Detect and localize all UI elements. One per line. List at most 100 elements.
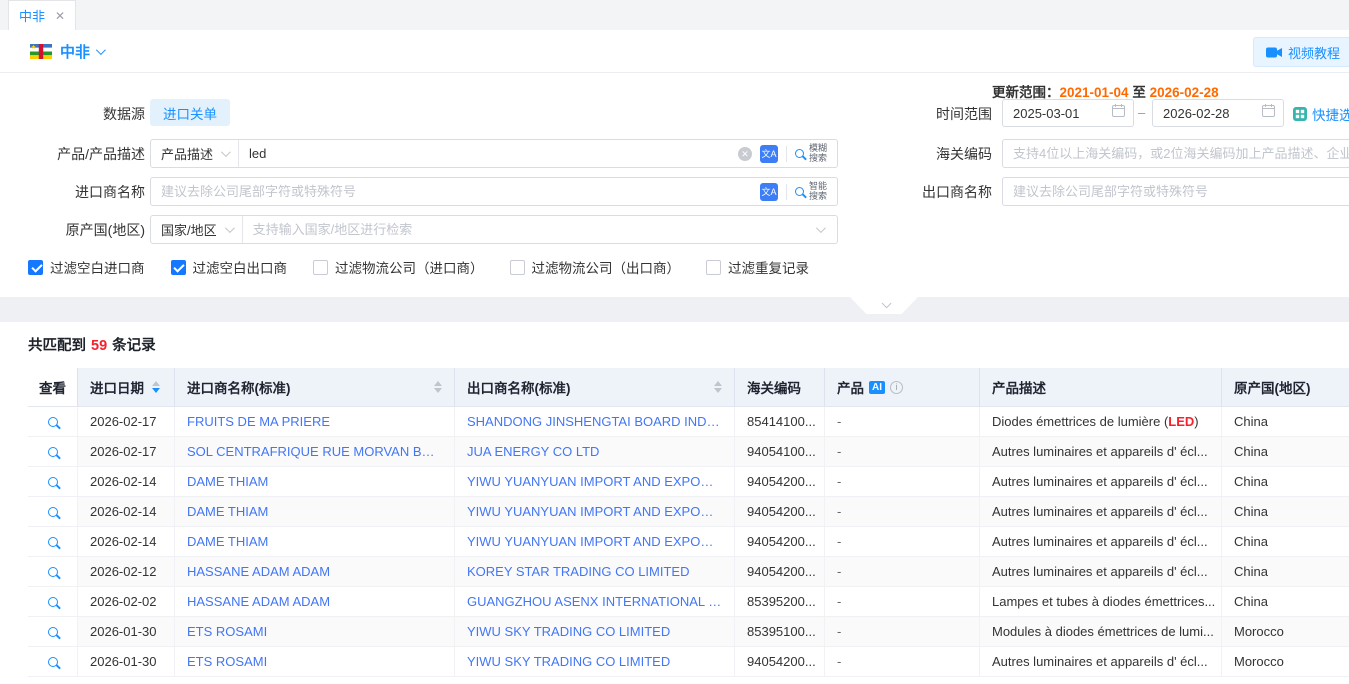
- origin-type-select[interactable]: 国家/地区: [151, 216, 243, 243]
- importer-link[interactable]: DAME THIAM: [187, 534, 268, 549]
- exporter-link[interactable]: YIWU YUANYUAN IMPORT AND EXPORT C...: [467, 504, 722, 519]
- importer-link[interactable]: HASSANE ADAM ADAM: [187, 564, 330, 579]
- import-date-cell: 2026-02-17: [78, 437, 175, 466]
- importer-link[interactable]: ETS ROSAMI: [187, 624, 267, 639]
- importer-name-input[interactable]: [151, 184, 760, 199]
- importer-cell: FRUITS DE MA PRIERE: [175, 407, 455, 436]
- import-date-cell: 2026-02-14: [78, 497, 175, 526]
- importer-link[interactable]: HASSANE ADAM ADAM: [187, 594, 330, 609]
- tab-title: 中非: [19, 6, 45, 25]
- view-detail-icon[interactable]: [48, 507, 58, 517]
- country-selector-label[interactable]: 中非: [60, 41, 90, 62]
- exporter-link[interactable]: JUA ENERGY CO LTD: [467, 444, 599, 459]
- col-import-date[interactable]: 进口日期: [78, 368, 175, 406]
- chevron-down-icon: [221, 147, 231, 157]
- clear-input-icon[interactable]: ✕: [738, 147, 752, 161]
- filter-checkbox[interactable]: 过滤重复记录: [706, 257, 809, 277]
- importer-cell: DAME THIAM: [175, 527, 455, 556]
- description-cell: Autres luminaires et appareils d' écl...: [980, 467, 1222, 496]
- exporter-link[interactable]: YIWU SKY TRADING CO LIMITED: [467, 624, 670, 639]
- datasource-import-declaration-button[interactable]: 进口关单: [150, 99, 230, 126]
- view-detail-icon[interactable]: [48, 447, 58, 457]
- view-detail-icon[interactable]: [48, 567, 58, 577]
- filter-checkbox-label: 过滤物流公司（出口商）: [532, 257, 681, 277]
- exporter-link[interactable]: KOREY STAR TRADING CO LIMITED: [467, 564, 689, 579]
- filter-checkbox[interactable]: 过滤空白进口商: [28, 257, 145, 277]
- keyword-highlight: LED: [1168, 414, 1194, 429]
- exporter-cell: YIWU SKY TRADING CO LIMITED: [455, 647, 735, 676]
- checkbox-unchecked-icon[interactable]: [706, 260, 721, 275]
- exporter-link[interactable]: YIWU YUANYUAN IMPORT AND EXPORT C...: [467, 534, 722, 549]
- date-to-input[interactable]: [1153, 106, 1262, 121]
- importer-link[interactable]: FRUITS DE MA PRIERE: [187, 414, 330, 429]
- origin-cell: China: [1222, 527, 1349, 556]
- sort-icon[interactable]: [152, 381, 160, 393]
- date-from-input[interactable]: [1003, 106, 1112, 121]
- product-search-input[interactable]: [239, 146, 738, 161]
- col-hs-code: 海关编码: [735, 368, 825, 406]
- view-cell: [28, 527, 78, 556]
- product-cell: -: [825, 587, 980, 616]
- exporter-name-input[interactable]: [1003, 184, 1349, 199]
- filter-checkbox[interactable]: 过滤物流公司（出口商）: [510, 257, 681, 277]
- origin-country-field: 国家/地区: [150, 215, 838, 244]
- collapse-form-handle[interactable]: [850, 297, 918, 314]
- table-row: 2026-02-14 DAME THIAM YIWU YUANYUAN IMPORT…: [28, 497, 1349, 527]
- chevron-down-icon[interactable]: [816, 223, 826, 233]
- hs-code-cell: 94054200...: [735, 497, 825, 526]
- sort-icon[interactable]: [714, 381, 722, 393]
- exporter-link[interactable]: YIWU YUANYUAN IMPORT AND EXPORT C...: [467, 474, 722, 489]
- view-detail-icon[interactable]: [48, 627, 58, 637]
- fuzzy-search-button[interactable]: 模糊搜索: [795, 144, 837, 164]
- date-to-field[interactable]: [1152, 99, 1284, 127]
- calendar-icon[interactable]: [1112, 104, 1125, 122]
- product-type-select[interactable]: 产品描述: [151, 140, 239, 167]
- smart-search-button[interactable]: 智能搜索: [795, 182, 837, 202]
- importer-link[interactable]: DAME THIAM: [187, 504, 268, 519]
- importer-link[interactable]: DAME THIAM: [187, 474, 268, 489]
- checkbox-checked-icon[interactable]: [28, 260, 43, 275]
- tab-zhongfei[interactable]: 中非 ✕: [8, 0, 76, 30]
- close-icon[interactable]: ✕: [55, 9, 65, 23]
- chevron-down-icon[interactable]: [96, 45, 106, 55]
- col-importer[interactable]: 进口商名称(标准): [175, 368, 455, 406]
- translate-icon[interactable]: 文A: [760, 183, 778, 201]
- checkbox-unchecked-icon[interactable]: [313, 260, 328, 275]
- view-detail-icon[interactable]: [48, 657, 58, 667]
- hs-code-field[interactable]: [1002, 139, 1349, 168]
- date-from-field[interactable]: [1002, 99, 1134, 127]
- import-date-cell: 2026-02-14: [78, 467, 175, 496]
- hs-code-cell: 85395100...: [735, 617, 825, 646]
- exporter-link[interactable]: GUANGZHOU ASENX INTERNATIONAL CO ...: [467, 594, 722, 609]
- datasource-label: 数据源: [0, 104, 145, 124]
- view-detail-icon[interactable]: [48, 477, 58, 487]
- hs-code-cell: 85395200...: [735, 587, 825, 616]
- video-tutorial-button[interactable]: 视频教程: [1253, 37, 1349, 67]
- hs-code-input[interactable]: [1003, 146, 1349, 161]
- checkbox-checked-icon[interactable]: [171, 260, 186, 275]
- exporter-link[interactable]: YIWU SKY TRADING CO LIMITED: [467, 654, 670, 669]
- product-cell: -: [825, 437, 980, 466]
- view-detail-icon[interactable]: [48, 537, 58, 547]
- import-date-cell: 2026-02-12: [78, 557, 175, 586]
- sort-icon[interactable]: [434, 381, 442, 393]
- col-exporter[interactable]: 出口商名称(标准): [455, 368, 735, 406]
- origin-country-input[interactable]: [243, 222, 816, 237]
- importer-cell: HASSANE ADAM ADAM: [175, 587, 455, 616]
- info-icon[interactable]: i: [890, 381, 903, 394]
- quick-select-link[interactable]: 快捷选择: [1293, 104, 1349, 124]
- origin-cell: China: [1222, 437, 1349, 466]
- filter-checkbox[interactable]: 过滤空白出口商: [171, 257, 288, 277]
- translate-icon[interactable]: 文A: [760, 145, 778, 163]
- description-cell: Modules à diodes émettrices de lumi...: [980, 617, 1222, 646]
- view-detail-icon[interactable]: [48, 417, 58, 427]
- view-detail-icon[interactable]: [48, 597, 58, 607]
- calendar-icon[interactable]: [1262, 104, 1275, 122]
- importer-link[interactable]: SOL CENTRAFRIQUE RUE MORVAN BAT OF...: [187, 444, 442, 459]
- exporter-link[interactable]: SHANDONG JINSHENGTAI BOARD INDUST...: [467, 414, 722, 429]
- importer-link[interactable]: ETS ROSAMI: [187, 654, 267, 669]
- checkbox-unchecked-icon[interactable]: [510, 260, 525, 275]
- importer-cell: SOL CENTRAFRIQUE RUE MORVAN BAT OF...: [175, 437, 455, 466]
- exporter-name-field[interactable]: [1002, 177, 1349, 206]
- filter-checkbox[interactable]: 过滤物流公司（进口商）: [313, 257, 484, 277]
